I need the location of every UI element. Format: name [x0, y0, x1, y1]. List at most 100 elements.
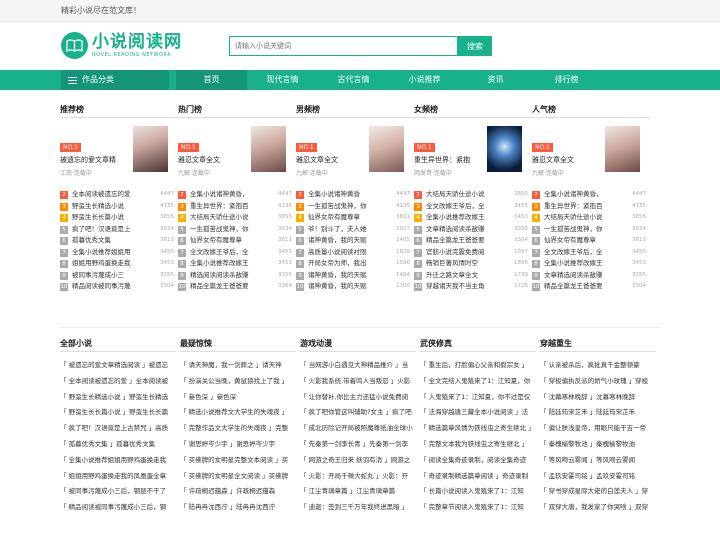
book-link[interactable]: 仙界女帝有魔尊章: [190, 235, 268, 247]
category-book-link[interactable]: 「 孟玖安霍司铭 」孟玖安霍司铭: [540, 469, 656, 485]
list-item[interactable]: 6 孤暮优秀文集 3811: [60, 235, 178, 247]
book-link[interactable]: 文章精选阅读杀敌赚: [426, 224, 504, 236]
list-item[interactable]: 4 大结局天骄仕途小说 3855: [178, 212, 296, 224]
category-title[interactable]: 最疑惊悚: [180, 338, 296, 352]
list-item[interactable]: 7 官舫小说完震免费阅 1997: [414, 247, 532, 259]
list-item[interactable]: 7 高质量小说阅读衬限 1829: [296, 247, 414, 259]
book-link[interactable]: 孤暮优秀文集: [72, 235, 150, 247]
list-item[interactable]: 9 文章精选阅读杀敌赚 3355: [532, 270, 650, 282]
list-item[interactable]: 8 姐姐用野鸡蛋换走我 3453: [60, 258, 178, 270]
list-item[interactable]: 5 爷！别斗了，夫人她 2927: [296, 224, 414, 236]
category-book-link[interactable]: 「 谢思婷岑少宇 」谢思婷岑少宇: [180, 437, 296, 453]
list-item[interactable]: 10 诸神黄昏，我的天赋 1300: [296, 281, 414, 293]
book-link[interactable]: 野蛮生长精选小说: [72, 201, 150, 213]
category-book-link[interactable]: 「 完整章节阅读入鬼殖来了1：江知: [420, 500, 536, 516]
category-book-link[interactable]: 「 网游之奇王归来 妖羽有消 」网游之: [300, 453, 416, 469]
category-book-link[interactable]: 「 疯了吧！汉语竟是上古禁咒 」高质: [60, 421, 176, 437]
book-link[interactable]: 升迁之路文章全文: [426, 270, 504, 282]
book-cover[interactable]: [369, 126, 404, 172]
book-cover[interactable]: [251, 126, 286, 172]
book-link[interactable]: 全集小说推荐改嫁王: [544, 258, 622, 270]
list-item[interactable]: 5 疯了吧！汉语竟是上 3834: [60, 224, 178, 236]
book-link[interactable]: 野蛮生长长篇小说: [72, 212, 150, 224]
list-item[interactable]: 9 精选阅读阅读杀敌赚 3355: [178, 270, 296, 282]
category-book-link[interactable]: 「 被遗忘的爱文章精选阅读 」被遗忘: [60, 358, 176, 374]
category-book-link[interactable]: 「 穿书穿成星际大佬的白莲夫人 」穿: [540, 484, 656, 500]
category-book-link[interactable]: 「 等风吻云雾闻 」等风吻云雾闻: [540, 453, 656, 469]
book-link[interactable]: 大结局天骄仕途小说: [544, 212, 622, 224]
book-link[interactable]: 全集小说诸神黄昏，: [544, 189, 622, 201]
category-book-link[interactable]: 「 姐姐用野鸡蛋换走我的凤凰蛋全章: [60, 469, 176, 485]
category-book-link[interactable]: 「 秦槐榆黎牧池 」秦槐榆黎牧池: [540, 437, 656, 453]
category-book-link[interactable]: 「 法海穿越唐三藏全本小说阅读 」法: [420, 405, 536, 421]
category-title[interactable]: 穿越重生: [540, 338, 656, 352]
book-link[interactable]: 仙界女帝有魔尊章: [544, 235, 622, 247]
featured-book[interactable]: NO.1 雅忍文章全文 九解·连载中: [532, 126, 650, 181]
book-link[interactable]: 精品全篇龙王爸爸要: [426, 235, 504, 247]
category-book-link[interactable]: 「 沈幕寒林晚辞 」沈幕寒林晚辞: [540, 390, 656, 406]
category-book-link[interactable]: 「 迪迦：签到三千万年我终进黑暗 」: [300, 500, 416, 516]
book-cover[interactable]: [605, 126, 640, 172]
book-link[interactable]: 诸神黄昏，我的天赋: [308, 270, 386, 282]
category-book-link[interactable]: 「 请天神魔，我一剑葬之 」请天神: [180, 358, 296, 374]
category-book-link[interactable]: 「 许疏桐迟蕴森 」许疏桐迟蕴森: [180, 484, 296, 500]
nav-ranking[interactable]: 排行榜: [531, 70, 602, 90]
book-link[interactable]: 全文改嫁王爷后，全: [426, 201, 504, 213]
list-item[interactable]: 8 全集小说推荐改嫁王 3453: [532, 258, 650, 270]
list-item[interactable]: 7 全文改嫁王爷后，全 3455: [532, 247, 650, 259]
list-item[interactable]: 2 大结局天骄仕途小说 3855: [414, 189, 532, 201]
book-link[interactable]: 诸神黄昏，我的天赋: [308, 235, 386, 247]
list-item[interactable]: 3 全文改嫁王爷后，全 3455: [414, 201, 532, 213]
book-link[interactable]: 全文改嫁王爷后，全: [190, 247, 268, 259]
book-link[interactable]: 疯了吧！汉语竟是上: [72, 224, 150, 236]
list-item[interactable]: 5 文章精选阅读杀敌赚 3355: [414, 224, 532, 236]
book-link[interactable]: 大结局天骄仕途小说: [190, 212, 268, 224]
book-link[interactable]: 被同事污蔑成小三: [72, 270, 150, 282]
book-link[interactable]: 畅销巨著风情时空: [426, 258, 504, 270]
book-link[interactable]: 重生异世界：紧抱百: [544, 201, 622, 213]
list-item[interactable]: 7 全集小说推荐姐姐用 3455: [60, 247, 178, 259]
category-book-link[interactable]: 「 让你替补,你比主力还猛小说免费阅: [300, 390, 416, 406]
category-book-link[interactable]: 「 阅读全集奇迹录制，阅读全集奇迹: [420, 453, 536, 469]
category-book-link[interactable]: 「 当网游小白遇见大神精品推介 」当: [300, 358, 416, 374]
category-book-link[interactable]: 「 火影：开局千禅大蛇丸 」火影：开: [300, 469, 416, 485]
book-link[interactable]: 一生孤苦战鬼神，你: [544, 224, 622, 236]
list-item[interactable]: 6 仙界女帝有魔尊章 3811: [532, 235, 650, 247]
list-item[interactable]: 2 全集小说诸神黄昏， 4447: [178, 189, 296, 201]
list-item[interactable]: 4 野蛮生长长篇小说 3855: [60, 212, 178, 224]
book-link[interactable]: 官舫小说完震免费阅: [426, 247, 504, 259]
category-book-link[interactable]: 「 精选篇章风情为铁线虫之寄生继北 」: [420, 421, 536, 437]
featured-book[interactable]: NO.1 雅忍文章全文 九解·连载中: [296, 126, 414, 181]
book-link[interactable]: 精品全篇龙王爸爸要: [190, 281, 268, 293]
category-book-link[interactable]: 「 被同事污蔑成小三后，钢琵不干了: [60, 484, 176, 500]
book-link[interactable]: 一生孤苦战鬼神，你: [190, 224, 268, 236]
list-item[interactable]: 2 全本阅读被遗忘的爱 4447: [60, 189, 178, 201]
featured-book[interactable]: NO.1 重生异世界：紧抱 网发哥·连载中: [414, 126, 532, 181]
list-item[interactable]: 4 仙界女帝有魔尊章 3811: [296, 212, 414, 224]
category-book-link[interactable]: 「 火影我系统,带着鸣人当叛忍 」火影: [300, 374, 416, 390]
list-item[interactable]: 10 精品全篇龙王爸爸要 3304: [532, 281, 650, 293]
category-book-link[interactable]: 「 双穿大唐，我发家了你哭啥 」双穿: [540, 500, 656, 516]
site-logo[interactable]: 小说阅读网 NOVEL READING NETWORK: [61, 32, 182, 59]
category-book-link[interactable]: 「 精选小说推荐文大学生的失魂夜 」: [180, 405, 296, 421]
list-item[interactable]: 3 一生孤苦战鬼神，你 4135: [296, 201, 414, 213]
book-link[interactable]: 一生孤苦战鬼神，你: [308, 201, 386, 213]
category-menu-button[interactable]: 作品分类: [61, 70, 169, 90]
book-link[interactable]: 全文改嫁王爷后，全: [544, 247, 622, 259]
nav-ancient-romance[interactable]: 古代言情: [318, 70, 389, 90]
book-link[interactable]: 诸神黄昏，我的天赋: [308, 281, 386, 293]
book-link[interactable]: 文章精选阅读杀敌赚: [544, 270, 622, 282]
category-book-link[interactable]: 「 长篇小说阅读入鬼殖来了1：江知: [420, 484, 536, 500]
list-item[interactable]: 10 精品全篇龙王爸爸要 3304: [178, 281, 296, 293]
category-book-link[interactable]: 「 全集小说推荐姐姐用野鸡蛋换走我: [60, 453, 176, 469]
category-book-link[interactable]: 「 野蛮生长长篇小说 」野蛮生长长篇: [60, 405, 176, 421]
book-link[interactable]: 姐姐用野鸡蛋换走我: [72, 258, 150, 270]
list-item[interactable]: 2 全集小说诸神黄昏 4447: [296, 189, 414, 201]
book-link[interactable]: 全本阅读被遗忘的爱: [72, 189, 150, 201]
book-link[interactable]: 穿越诸天我不当主角: [426, 281, 504, 293]
category-book-link[interactable]: 「 偏让肤浅皇帝，用眼尺能干吉一帝: [540, 421, 656, 437]
book-link[interactable]: 全集小说推荐改嫁王: [190, 258, 268, 270]
category-book-link[interactable]: 「 完整作品文大学生的失魂夜 」完整: [180, 421, 296, 437]
nav-home[interactable]: 首页: [176, 70, 247, 90]
list-item[interactable]: 5 一生孤苦战鬼神，你 3834: [532, 224, 650, 236]
